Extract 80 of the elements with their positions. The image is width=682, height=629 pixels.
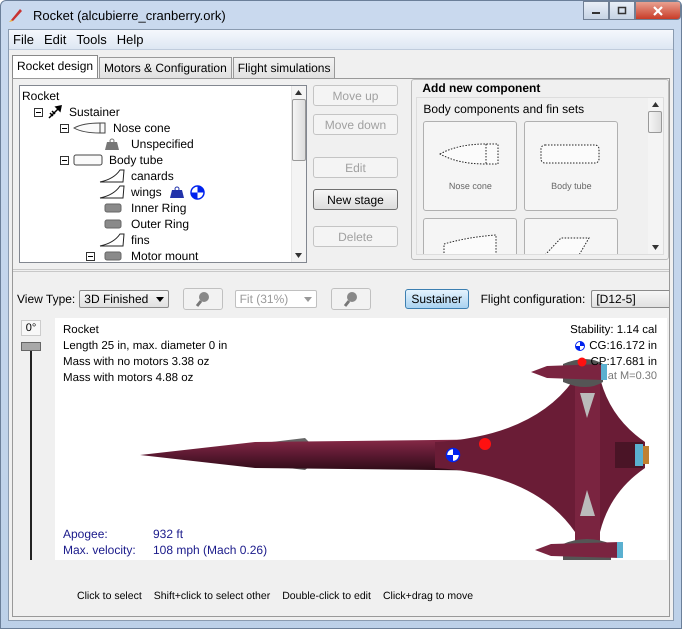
menu-item[interactable]: Tools <box>76 32 107 47</box>
rocket-info: Length 25 in, max. diameter 0 in <box>63 339 228 354</box>
rotation-slider[interactable] <box>20 342 42 560</box>
tab[interactable]: Rocket design <box>12 55 98 78</box>
down-arrow-icon <box>295 253 302 258</box>
collapse-toggle[interactable] <box>60 156 69 164</box>
fin-icon <box>99 169 125 183</box>
flight-stat-value: 108 mph (Mach 0.26) <box>153 542 268 558</box>
menu-item[interactable]: File <box>13 32 34 47</box>
flight-config-dropdown[interactable]: [D12-5] <box>591 290 669 308</box>
action-button[interactable]: New stage <box>312 189 398 210</box>
stability-value: Stability: 1.14 cal <box>570 323 657 338</box>
hint-text: Double-click to edit <box>282 590 371 602</box>
tree-item[interactable]: Rocket <box>20 89 62 103</box>
component-tile[interactable]: Nose cone <box>423 121 518 211</box>
dropdown-arrow-icon <box>156 296 164 302</box>
down-arrow-icon <box>652 245 659 250</box>
hint-text: Click to select <box>77 590 142 602</box>
tree-item[interactable]: Unspecified <box>129 137 196 151</box>
tree-item[interactable]: Body tube <box>107 153 166 167</box>
view-type-label: View Type: <box>17 292 76 306</box>
tree-item[interactable]: wings <box>129 185 164 199</box>
tree-item[interactable]: fins <box>129 233 152 247</box>
minimize-button[interactable] <box>583 1 609 20</box>
nose-cone-icon <box>73 122 107 134</box>
section-label: Body components and fin sets <box>423 102 586 116</box>
up-arrow-icon <box>295 90 302 95</box>
rocket-info: Mass with motors 4.88 oz <box>63 371 194 386</box>
cg-icon <box>575 341 586 351</box>
hint-text: Click+drag to move <box>382 590 474 602</box>
menu-item[interactable]: Edit <box>44 32 66 47</box>
scroll-thumb[interactable] <box>648 111 662 133</box>
component-tile[interactable] <box>524 218 618 254</box>
scroll-thumb[interactable] <box>292 99 306 161</box>
fin-icon <box>99 233 125 247</box>
flight-stat-label: Max. velocity: <box>63 542 137 558</box>
close-icon <box>652 6 664 16</box>
tab[interactable]: Motors & Configuration <box>99 57 232 78</box>
scrollbar[interactable] <box>290 86 306 262</box>
stage-button[interactable]: Sustainer <box>404 289 469 309</box>
rocket-info: Rocket <box>63 323 100 338</box>
hint-text: Shift+click to select other <box>154 590 270 602</box>
tree-item[interactable]: Outer Ring <box>129 217 192 231</box>
cp-marker-icon <box>479 438 491 450</box>
tree-item[interactable]: Motor mount <box>129 249 200 262</box>
dropdown-arrow-icon <box>304 296 312 302</box>
close-button[interactable] <box>635 1 681 20</box>
flight-config-label: Flight configuration: <box>480 292 586 306</box>
cp-icon <box>576 357 586 367</box>
collapse-toggle[interactable] <box>86 252 95 260</box>
slider-thumb[interactable] <box>21 342 41 351</box>
group-title: Add new component <box>421 80 542 97</box>
rocket-info: Mass with no motors 3.38 oz <box>63 355 210 370</box>
cg-value: CG:16.172 in <box>589 339 657 354</box>
maximize-icon <box>617 6 627 15</box>
tree-item[interactable]: Sustainer <box>67 105 122 119</box>
cg-marker-icon <box>446 448 460 462</box>
tree-item[interactable]: Nose cone <box>111 121 172 135</box>
flight-stat-value: 932 ft <box>153 526 184 542</box>
window-title: Rocket (alcubierre_cranberry.ork) <box>33 8 226 22</box>
zoom-in-button[interactable] <box>183 288 223 310</box>
menu-item[interactable]: Help <box>116 32 144 47</box>
collapse-toggle[interactable] <box>60 124 69 132</box>
scrollbar[interactable] <box>648 98 663 254</box>
flight-stat-label: Apogee: <box>63 526 109 542</box>
component-tile[interactable] <box>423 218 518 254</box>
maximize-button[interactable] <box>609 1 635 20</box>
fin-icon <box>99 185 125 199</box>
zoom-out-button[interactable] <box>331 288 371 310</box>
magnifier-icon <box>194 290 212 308</box>
mach-label: at M=0.30 <box>608 370 657 383</box>
body-tube-icon <box>73 154 103 166</box>
up-arrow-icon <box>652 102 659 107</box>
component-tile[interactable]: Body tube <box>524 121 618 211</box>
tree-item[interactable]: Inner Ring <box>129 201 188 215</box>
tab[interactable]: Flight simulations <box>232 57 336 78</box>
collapse-toggle[interactable] <box>34 108 43 116</box>
angle-label: 0° <box>20 320 42 336</box>
tree-item[interactable]: canards <box>129 169 176 183</box>
view-type-dropdown[interactable]: 3D Finished <box>79 290 170 308</box>
